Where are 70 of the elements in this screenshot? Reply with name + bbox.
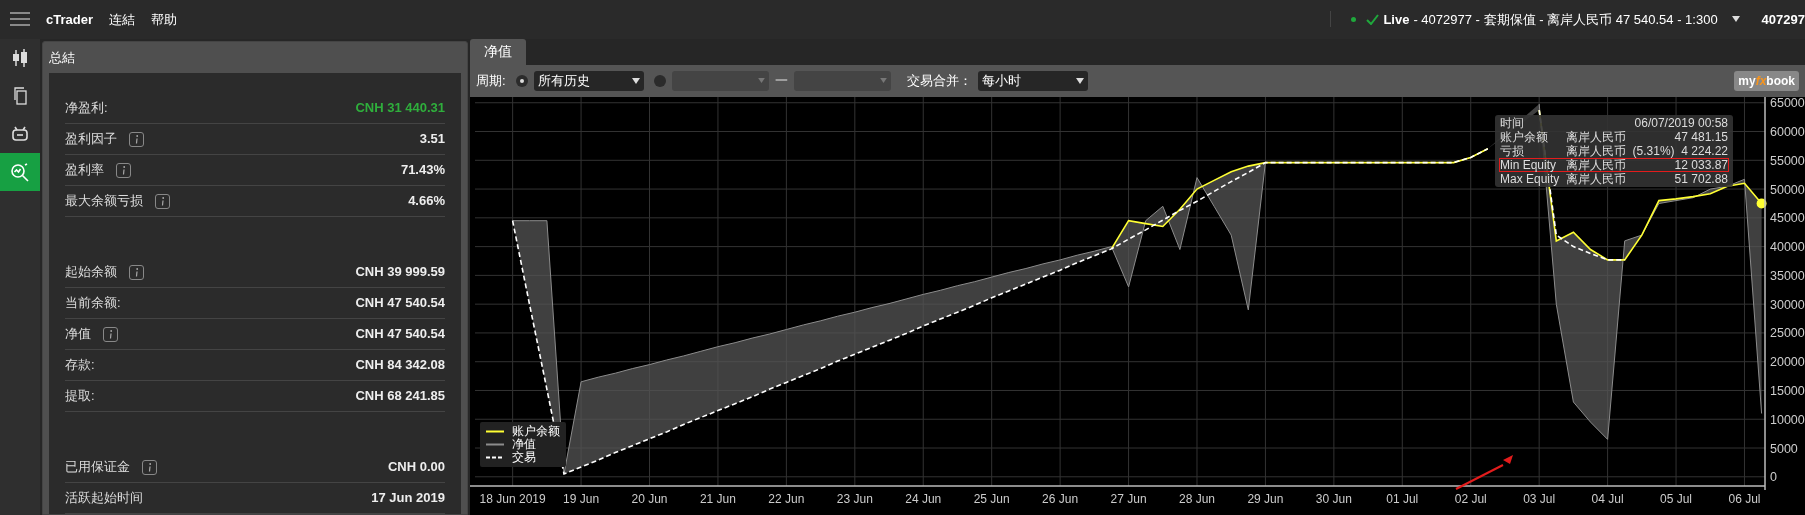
x-tick-label: 27 Jun <box>1110 491 1147 506</box>
app-title: cTrader <box>46 10 93 29</box>
x-tick-label: 24 Jun <box>905 491 942 506</box>
y-tick-label: 20000 <box>1770 354 1805 369</box>
stat-label: 提取: <box>65 387 95 406</box>
x-tick-label: 28 Jun <box>1178 491 1215 506</box>
y-tick-label: 25000 <box>1770 325 1805 340</box>
menu-item[interactable]: 连結 <box>109 9 135 29</box>
x-tick-label: 18 Jun 2019 <box>479 491 546 506</box>
merge-label: 交易合并： <box>906 71 972 90</box>
x-tick-label: 01 Jul <box>1386 491 1419 506</box>
y-tick-label: 60000 <box>1770 124 1805 139</box>
merge-dropdown[interactable]: 每小时 <box>977 70 1088 91</box>
y-tick-label: 5000 <box>1770 441 1798 455</box>
y-tick-label: 0 <box>1770 469 1777 484</box>
menu-item[interactable]: 帮助 <box>151 9 177 29</box>
y-tick-label: 35000 <box>1770 268 1805 283</box>
x-tick-label: 25 Jun <box>973 491 1010 506</box>
x-tick-label: 19 Jun <box>563 491 600 506</box>
y-tick-label: 55000 <box>1770 153 1805 168</box>
stat-label: 净值 <box>65 325 91 344</box>
stat-label: 活跃起始时间 <box>65 489 143 508</box>
stat-value: CNH 31 440.31 <box>355 99 445 118</box>
panel-title: 总結 <box>48 48 76 67</box>
x-tick-label: 20 Jun <box>631 491 668 506</box>
x-tick-label: 30 Jun <box>1315 491 1352 506</box>
stat-label: 盈利率 <box>65 161 104 180</box>
stat-label: 盈利因子 <box>65 130 117 149</box>
stat-value: CNH 0.00 <box>387 458 445 477</box>
stat-value: CNH 68 241.85 <box>355 387 445 406</box>
x-tick-label: 26 Jun <box>1042 491 1079 506</box>
stat-value: 3.51 <box>419 130 445 149</box>
stat-value: CNH 47 540.54 <box>355 294 445 313</box>
x-tick-label: 03 Jul <box>1523 491 1556 506</box>
stat-value: CNH 84 342.08 <box>355 356 445 375</box>
stat-value: CNH 39 999.59 <box>355 263 445 282</box>
stat-value: 17 Jun 2019 <box>371 489 445 508</box>
account-id: 407297 <box>1761 10 1805 29</box>
x-tick-label: 06 Jul <box>1728 491 1761 506</box>
stat-label: 已用保证金 <box>65 458 130 477</box>
x-tick-label: 21 Jun <box>699 491 736 506</box>
stat-label: 净盈利: <box>65 99 108 118</box>
x-tick-label: 02 Jul <box>1454 491 1487 506</box>
y-tick-label: 10000 <box>1770 412 1805 427</box>
stat-label: 起始余额 <box>65 263 117 282</box>
stat-label: 当前余额: <box>65 294 121 313</box>
stat-label: 存款: <box>65 356 95 375</box>
x-tick-label: 22 Jun <box>768 491 805 506</box>
stat-value: 71.43% <box>400 161 445 180</box>
range-separator: 一 <box>774 71 788 90</box>
x-tick-label: 05 Jul <box>1660 491 1693 506</box>
stat-value: CNH 47 540.54 <box>355 325 445 344</box>
myfxbook-button[interactable]: myfxbook <box>1734 70 1799 91</box>
x-tick-label: 23 Jun <box>836 491 873 506</box>
y-tick-label: 50000 <box>1770 182 1805 197</box>
account-mode: Live <box>1383 10 1410 29</box>
y-tick-label: 30000 <box>1770 297 1805 312</box>
x-tick-label: 29 Jun <box>1247 491 1284 506</box>
chart-tab[interactable]: 净值 <box>470 38 526 65</box>
stat-value: 4.66% <box>408 192 445 211</box>
period-dropdown[interactable]: 所有历史 <box>533 70 644 91</box>
period-label: 周期: <box>476 71 506 90</box>
account-selector[interactable]: Live - 4072977 - 套期保值 - 离岸人民币 47 540.54 - 1:300 <box>1383 9 1740 29</box>
x-tick-label: 04 Jul <box>1591 491 1624 506</box>
y-tick-label: 45000 <box>1770 210 1805 225</box>
stat-label: 最大余额亏损 <box>65 192 143 211</box>
account-details: - 4072977 - 套期保值 - 离岸人民币 47 540.54 - 1:300 <box>1413 10 1718 29</box>
y-tick-label: 65000 <box>1770 96 1805 110</box>
y-tick-label: 15000 <box>1770 383 1805 398</box>
y-tick-label: 40000 <box>1770 239 1805 254</box>
